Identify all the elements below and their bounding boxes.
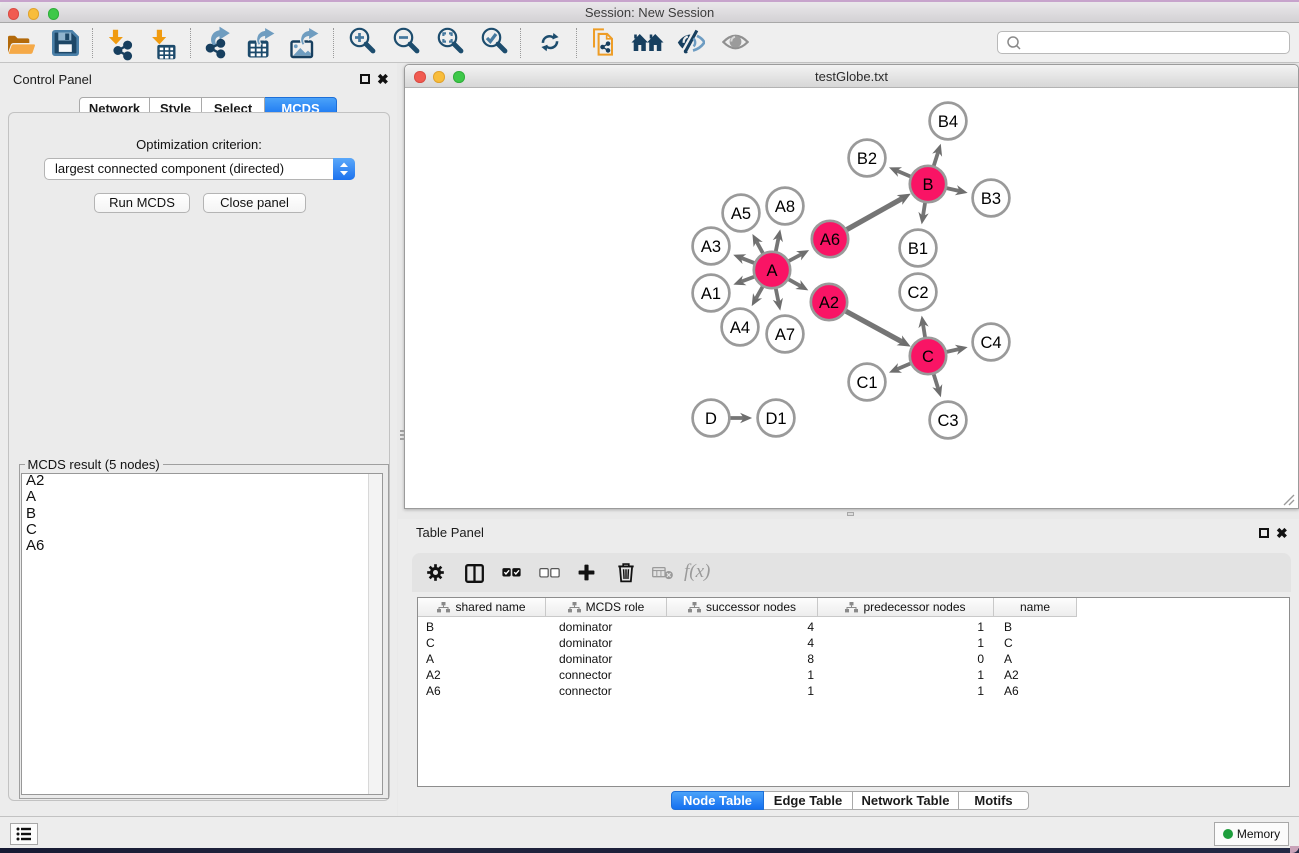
svg-text:B3: B3 <box>981 190 1001 208</box>
svg-text:A4: A4 <box>730 319 750 337</box>
svg-text:C3: C3 <box>937 412 958 430</box>
svg-text:B1: B1 <box>908 240 928 258</box>
svg-text:A6: A6 <box>820 231 840 249</box>
svg-text:A3: A3 <box>701 238 721 256</box>
svg-text:C1: C1 <box>856 374 877 392</box>
svg-text:C4: C4 <box>980 334 1001 352</box>
svg-text:D1: D1 <box>765 410 786 428</box>
svg-text:C: C <box>922 348 934 366</box>
svg-text:B: B <box>922 176 933 194</box>
svg-text:D: D <box>705 410 717 428</box>
svg-text:A8: A8 <box>775 198 795 216</box>
svg-text:B2: B2 <box>857 150 877 168</box>
svg-text:A1: A1 <box>701 285 721 303</box>
svg-text:A: A <box>766 262 777 280</box>
svg-text:C2: C2 <box>907 284 928 302</box>
svg-text:B4: B4 <box>938 113 958 131</box>
svg-text:A5: A5 <box>731 205 751 223</box>
svg-text:A7: A7 <box>775 326 795 344</box>
svg-text:A2: A2 <box>819 294 839 312</box>
